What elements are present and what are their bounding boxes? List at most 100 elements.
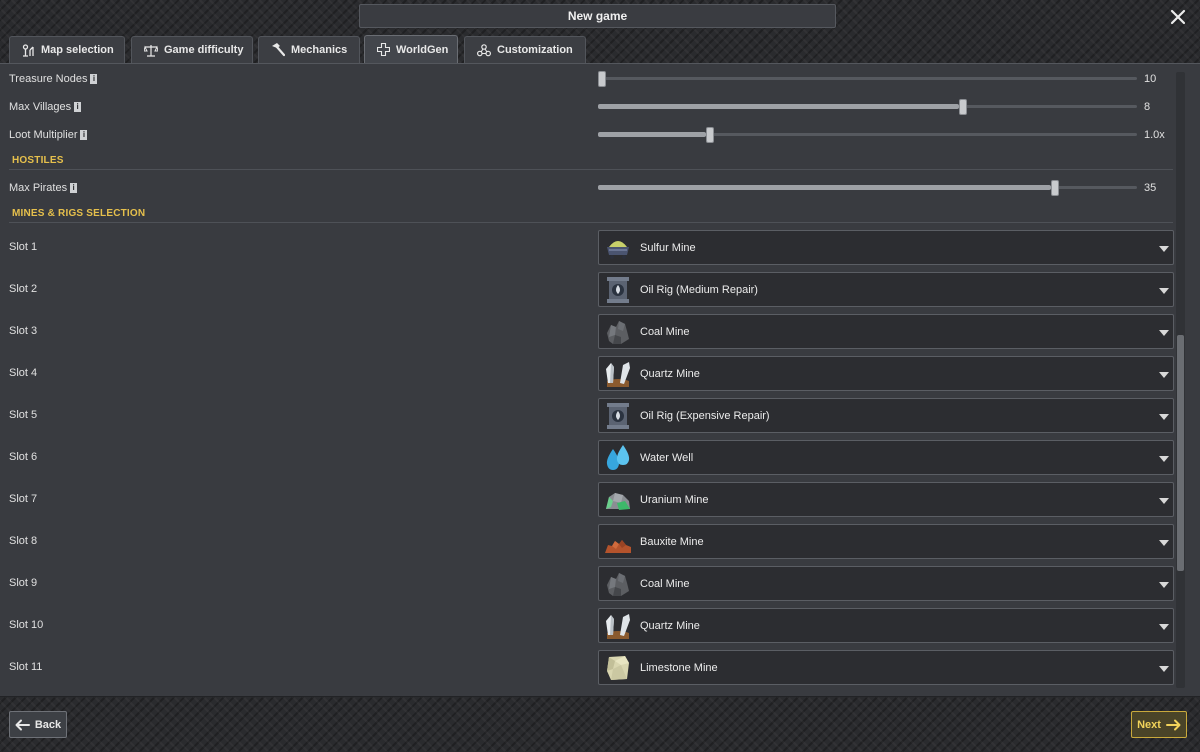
- info-icon[interactable]: i: [80, 130, 88, 140]
- slot-dropdown[interactable]: Sulfur Mine: [598, 230, 1174, 265]
- slot-dropdown[interactable]: Bauxite Mine: [598, 524, 1174, 559]
- section-title-mines: MINES & RIGS SELECTION: [12, 208, 146, 219]
- slot-label: Slot 10: [9, 619, 44, 631]
- chevron-down-icon: [1159, 498, 1169, 504]
- back-button[interactable]: Back: [9, 711, 67, 738]
- oil-rig-icon: [601, 399, 635, 432]
- slot-dropdown[interactable]: Coal Mine: [598, 566, 1174, 601]
- slot-dropdown[interactable]: Oil Rig (Expensive Repair): [598, 398, 1174, 433]
- max-villages-slider[interactable]: [598, 99, 1137, 115]
- tab-label: Mechanics: [291, 44, 348, 56]
- info-icon[interactable]: i: [74, 102, 82, 112]
- close-button[interactable]: [1162, 2, 1194, 32]
- coal-icon: [601, 567, 635, 600]
- section-title-hostiles: HOSTILES: [12, 155, 64, 166]
- hammer-icon: [272, 43, 285, 57]
- arrow-left-icon: [15, 719, 30, 730]
- chevron-down-icon: [1159, 540, 1169, 546]
- slot-selected-value: Sulfur Mine: [640, 241, 696, 254]
- chevron-down-icon: [1159, 624, 1169, 630]
- coal-icon: [601, 315, 635, 348]
- setting-treasure-nodes: Treasure Nodes i: [9, 73, 98, 85]
- treasure-nodes-slider[interactable]: [598, 71, 1137, 87]
- tab-game-difficulty[interactable]: Game difficulty: [131, 36, 253, 63]
- bauxite-pile-icon: [601, 525, 635, 558]
- quartz-icon: [601, 357, 635, 390]
- slot-selected-value: Water Well: [640, 451, 694, 464]
- loot-multiplier-slider[interactable]: [598, 127, 1137, 143]
- slot-label: Slot 9: [9, 577, 38, 589]
- slot-selected-value: Oil Rig (Medium Repair): [640, 283, 758, 296]
- next-button[interactable]: Next: [1131, 711, 1187, 738]
- tab-worldgen[interactable]: WorldGen: [364, 35, 458, 63]
- info-icon[interactable]: i: [70, 183, 78, 193]
- quartz-icon: [601, 609, 635, 642]
- slot-dropdown[interactable]: Quartz Mine: [598, 356, 1174, 391]
- slider-fill: [598, 185, 1051, 190]
- chevron-down-icon: [1159, 414, 1169, 420]
- tab-label: Map selection: [41, 44, 114, 56]
- tab-mechanics[interactable]: Mechanics: [258, 36, 360, 63]
- slider-thumb[interactable]: [598, 71, 606, 87]
- tab-map-selection[interactable]: Map selection: [9, 36, 125, 63]
- water-drops-icon: [601, 441, 635, 474]
- tab-label: Game difficulty: [164, 44, 244, 56]
- slot-label: Slot 4: [9, 367, 38, 379]
- info-icon[interactable]: i: [90, 74, 98, 84]
- slot-selected-value: Quartz Mine: [640, 367, 700, 380]
- oil-rig-icon: [601, 273, 635, 306]
- chevron-down-icon: [1159, 666, 1169, 672]
- setting-max-villages: Max Villages i: [9, 101, 82, 113]
- slot-dropdown[interactable]: Uranium Mine: [598, 482, 1174, 517]
- slot-dropdown[interactable]: Coal Mine: [598, 314, 1174, 349]
- uranium-rock-icon: [601, 483, 635, 516]
- sulfur-cart-icon: [601, 231, 635, 264]
- close-icon: [1170, 9, 1186, 25]
- max-villages-value: 8: [1144, 101, 1151, 113]
- map-icon: [22, 43, 34, 57]
- slot-label: Slot 1: [9, 241, 38, 253]
- chevron-down-icon: [1159, 456, 1169, 462]
- chevron-down-icon: [1159, 288, 1169, 294]
- slider-fill: [598, 104, 960, 109]
- slot-label: Slot 5: [9, 409, 38, 421]
- slot-selected-value: Bauxite Mine: [640, 535, 704, 548]
- setting-max-pirates: Max Pirates i: [9, 182, 78, 194]
- arrow-right-icon: [1165, 719, 1181, 730]
- loot-multiplier-value: 1.0x: [1144, 129, 1165, 141]
- slot-dropdown[interactable]: Oil Rig (Medium Repair): [598, 272, 1174, 307]
- slider-thumb[interactable]: [959, 99, 968, 115]
- next-label: Next: [1137, 718, 1161, 731]
- slot-dropdown[interactable]: Limestone Mine: [598, 650, 1174, 685]
- tab-label: Customization: [497, 44, 573, 56]
- tab-label: WorldGen: [396, 43, 449, 56]
- slider-fill: [598, 132, 706, 137]
- slot-label: Slot 8: [9, 535, 38, 547]
- molecule-icon: [477, 43, 491, 56]
- section-divider: [9, 169, 1173, 170]
- slider-track: [598, 77, 1137, 80]
- chevron-down-icon: [1159, 246, 1169, 252]
- slot-label: Slot 2: [9, 283, 38, 295]
- slot-dropdown[interactable]: Water Well: [598, 440, 1174, 475]
- limestone-icon: [601, 651, 635, 684]
- setting-label: Treasure Nodes: [9, 73, 88, 85]
- slot-selected-value: Oil Rig (Expensive Repair): [640, 409, 770, 422]
- plus-cross-icon: [377, 43, 390, 56]
- slot-label: Slot 7: [9, 493, 38, 505]
- tab-customization[interactable]: Customization: [464, 36, 586, 63]
- slider-thumb[interactable]: [705, 127, 714, 143]
- slot-selected-value: Coal Mine: [640, 325, 690, 338]
- balance-scale-icon: [144, 44, 158, 57]
- scrollbar-thumb[interactable]: [1177, 335, 1184, 571]
- max-pirates-value: 35: [1144, 182, 1157, 194]
- max-pirates-slider[interactable]: [598, 180, 1137, 196]
- slot-selected-value: Quartz Mine: [640, 619, 700, 632]
- back-label: Back: [34, 718, 62, 731]
- treasure-nodes-value: 10: [1144, 73, 1157, 85]
- slot-dropdown[interactable]: Quartz Mine: [598, 608, 1174, 643]
- slider-thumb[interactable]: [1050, 180, 1059, 196]
- slot-label: Slot 11: [9, 661, 43, 673]
- section-divider: [9, 222, 1173, 223]
- scrollbar[interactable]: [1176, 72, 1185, 688]
